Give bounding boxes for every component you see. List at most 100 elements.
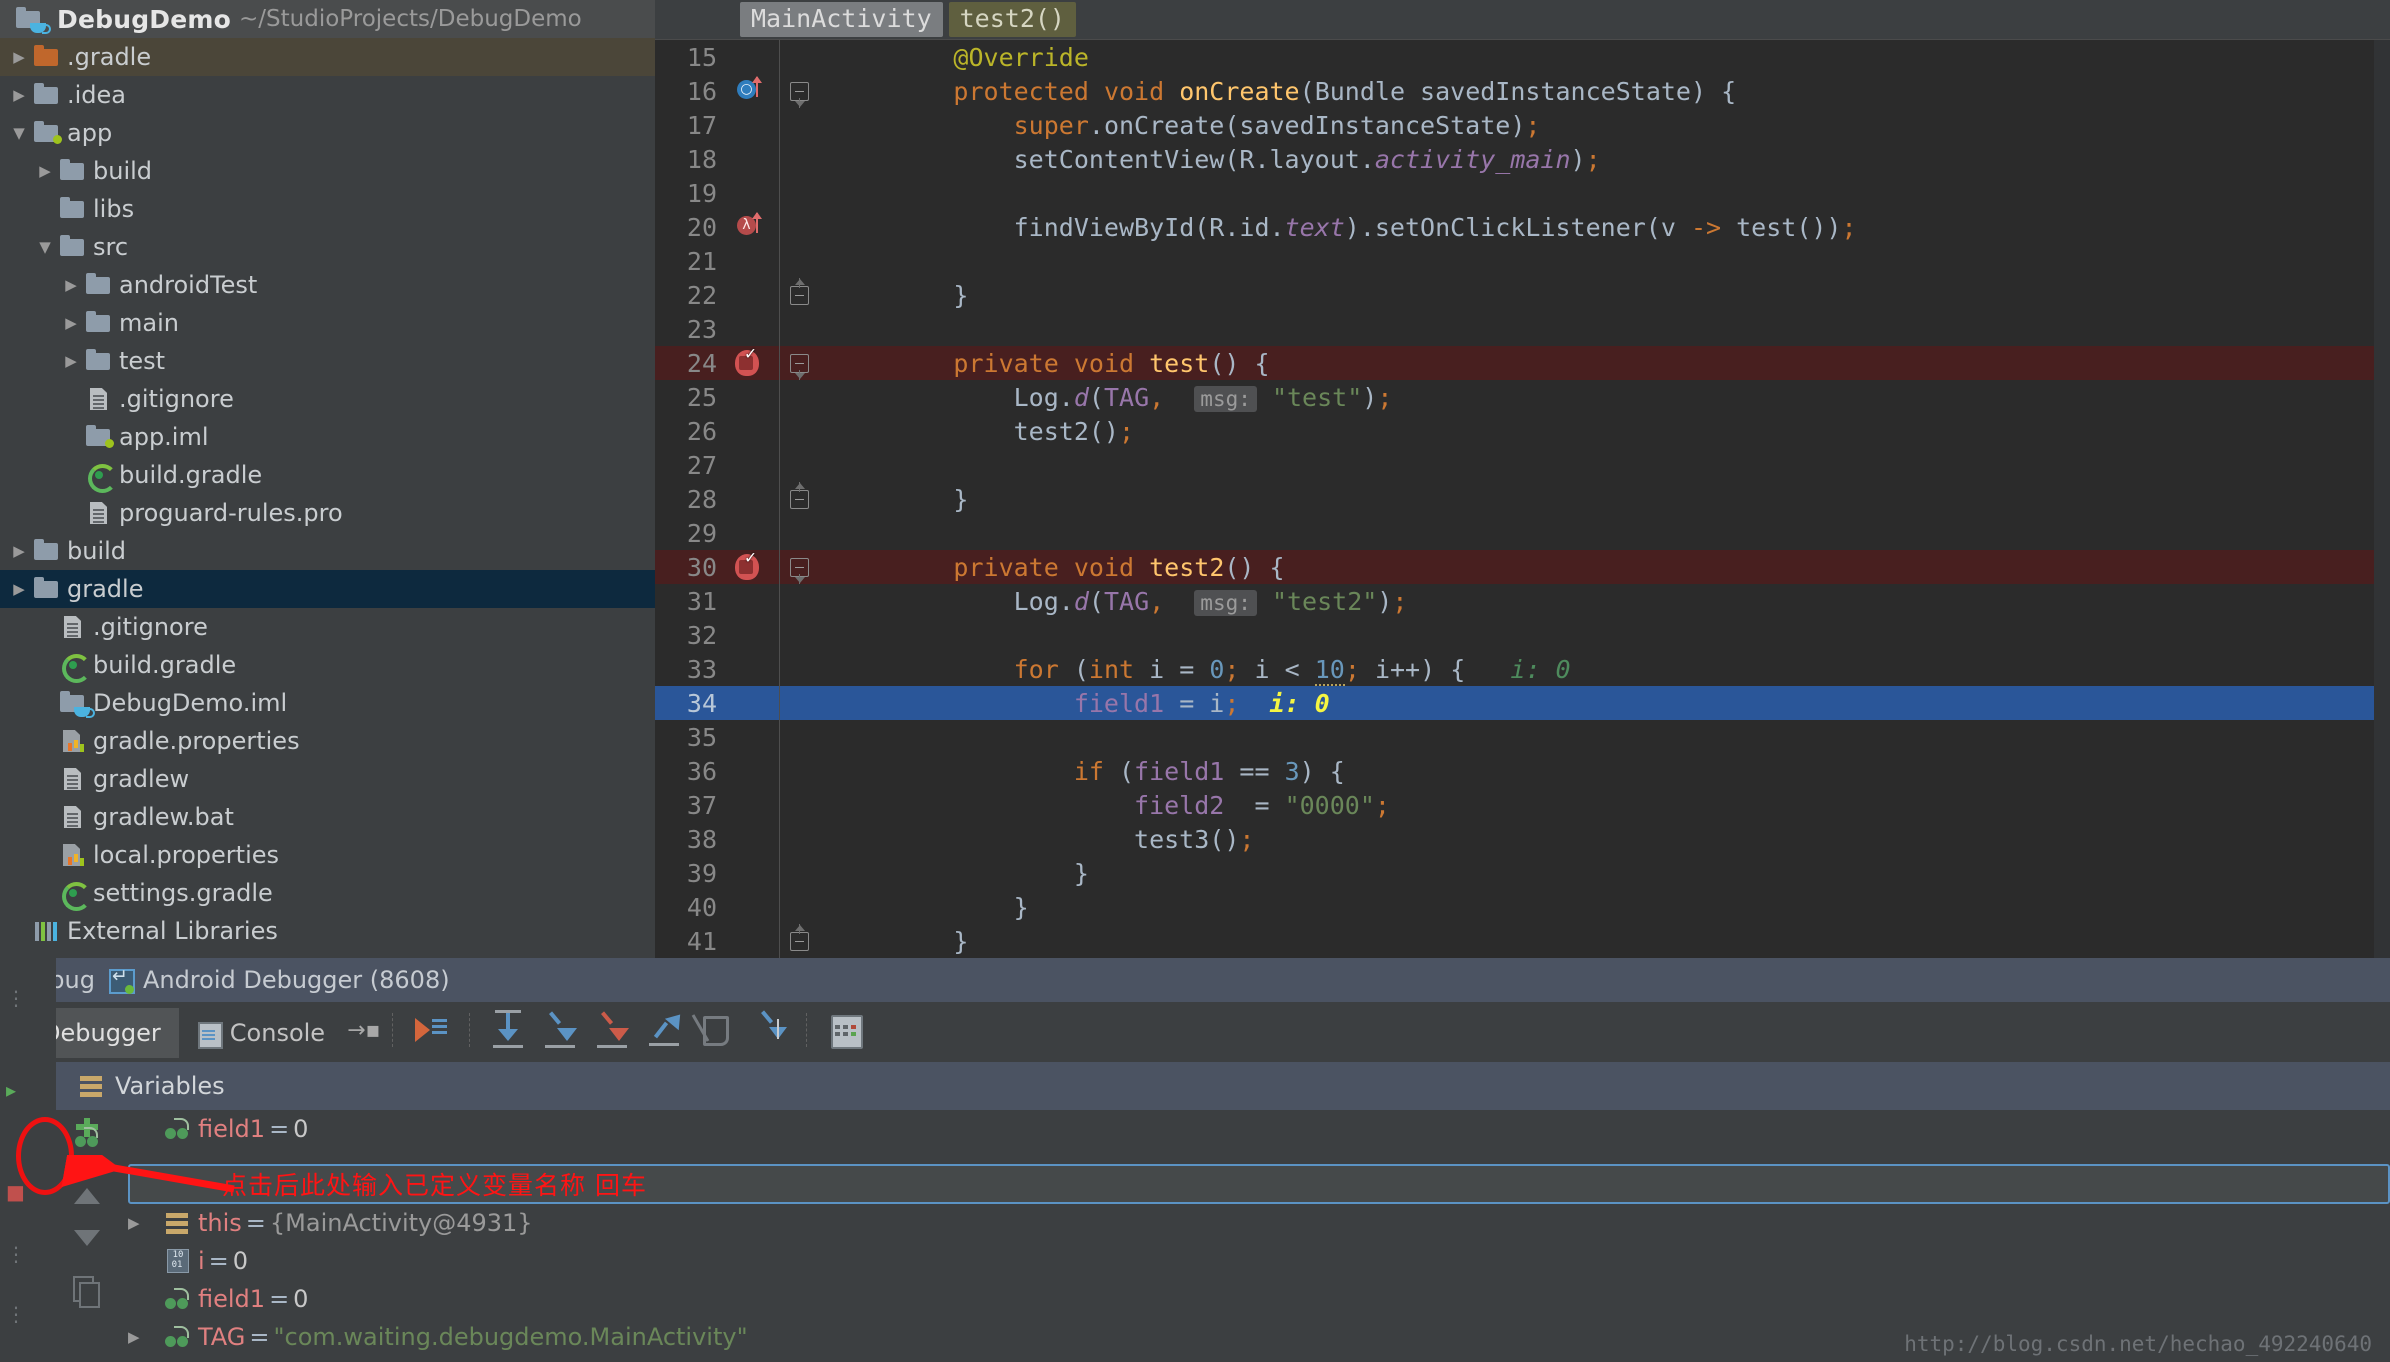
code-line-27[interactable]: 27 bbox=[655, 448, 2390, 482]
left-tool-stripe[interactable]: ⋮ ▸ ■ ⋮ ⋮ bbox=[0, 958, 56, 1362]
tree-item-androidtest[interactable]: androidTest bbox=[0, 266, 655, 304]
tree-item-gradle[interactable]: gradle bbox=[0, 570, 655, 608]
breadcrumb-item-1[interactable]: test2() bbox=[948, 2, 1076, 37]
tree-item-src[interactable]: src bbox=[0, 228, 655, 266]
breadcrumb[interactable]: MainActivity test2() bbox=[655, 0, 2390, 40]
tree-item-main[interactable]: main bbox=[0, 304, 655, 342]
code-line-36[interactable]: 36 if (field1 == 3) { bbox=[655, 754, 2390, 788]
code-line-23[interactable]: 23 bbox=[655, 312, 2390, 346]
remove-watch-icon[interactable] bbox=[74, 1162, 100, 1167]
project-file-tree[interactable]: .gradle .idea app build libs src androidTest ma… bbox=[0, 38, 655, 950]
chevron-right-icon[interactable] bbox=[6, 544, 32, 559]
step-into-button[interactable] bbox=[537, 1007, 583, 1053]
chevron-right-icon[interactable] bbox=[58, 316, 84, 331]
code-line-24[interactable]: 24 ✓ private void test() { bbox=[655, 345, 2390, 380]
code-line-38[interactable]: 38 test3(); bbox=[655, 822, 2390, 856]
code-line-22[interactable]: 22 } bbox=[655, 278, 2390, 312]
drop-frame-button[interactable] bbox=[693, 1007, 739, 1053]
code-line-32[interactable]: 32 bbox=[655, 618, 2390, 652]
fold-collapse-icon[interactable] bbox=[779, 346, 819, 380]
tree-item-build[interactable]: build bbox=[0, 152, 655, 190]
chevron-right-icon[interactable] bbox=[32, 164, 58, 179]
tree-item-libs[interactable]: libs bbox=[0, 190, 655, 228]
evaluate-expression-button[interactable] bbox=[822, 1007, 868, 1053]
variable-row[interactable]: this={MainActivity@4931} bbox=[118, 1204, 2390, 1242]
tree-item-external-libraries[interactable]: External Libraries bbox=[0, 912, 655, 950]
breakpoint-icon[interactable]: ✓ bbox=[727, 345, 779, 380]
pin-tab-icon[interactable]: →▪ bbox=[347, 1018, 380, 1043]
tree-item-gradle-properties[interactable]: gradle.properties bbox=[0, 722, 655, 760]
chevron-right-icon[interactable] bbox=[58, 354, 84, 369]
debugger-tabs[interactable]: Debugger Console bbox=[24, 1002, 343, 1058]
chevron-right-icon[interactable] bbox=[6, 88, 32, 103]
code-line-34[interactable]: 34 field1 = i; i: 0 bbox=[655, 686, 2390, 720]
chevron-right-icon[interactable] bbox=[128, 1328, 162, 1346]
tab-console[interactable]: Console bbox=[179, 1008, 343, 1058]
tree-item-app-iml[interactable]: app.iml bbox=[0, 418, 655, 456]
code-line-41[interactable]: 41 } bbox=[655, 924, 2390, 958]
step-over-button[interactable] bbox=[485, 1007, 531, 1053]
tree-item-proguard-rules-pro[interactable]: proguard-rules.pro bbox=[0, 494, 655, 532]
tree-item--gitignore[interactable]: .gitignore bbox=[0, 608, 655, 646]
chevron-right-icon[interactable] bbox=[58, 278, 84, 293]
override-marker-icon[interactable]: ○ bbox=[727, 74, 779, 108]
breakpoint-icon[interactable]: ✓ bbox=[727, 549, 779, 584]
code-line-40[interactable]: 40 } bbox=[655, 890, 2390, 924]
tree-item-build[interactable]: build bbox=[0, 532, 655, 570]
force-step-into-button[interactable] bbox=[589, 1007, 635, 1053]
code-line-17[interactable]: 17 super.onCreate(savedInstanceState); bbox=[655, 108, 2390, 142]
chevron-right-icon[interactable] bbox=[6, 582, 32, 597]
project-root-row[interactable]: DebugDemo ~/StudioProjects/DebugDemo bbox=[0, 0, 655, 38]
resume-program-button[interactable] bbox=[408, 1007, 454, 1053]
code-line-35[interactable]: 35 bbox=[655, 720, 2390, 754]
code-line-31[interactable]: 31 Log.d(TAG, msg: "test2"); bbox=[655, 584, 2390, 618]
fold-collapse-icon[interactable] bbox=[779, 550, 819, 584]
tree-item-settings-gradle[interactable]: settings.gradle bbox=[0, 874, 655, 912]
arrow-down-icon[interactable] bbox=[74, 1230, 100, 1246]
chevron-right-icon[interactable] bbox=[6, 50, 32, 65]
fold-end-icon[interactable] bbox=[779, 278, 819, 312]
code-line-28[interactable]: 28 } bbox=[655, 482, 2390, 516]
code-line-16[interactable]: 16 ○ protected void onCreate(Bundle saved… bbox=[655, 74, 2390, 108]
step-out-button[interactable] bbox=[641, 1007, 688, 1053]
run-to-cursor-button[interactable] bbox=[745, 1007, 791, 1053]
code-line-20[interactable]: 20 λ findViewById(R.id.text).setOnClickLi… bbox=[655, 210, 2390, 244]
code-line-33[interactable]: 33 for (int i = 0; i < 10; i++) { i: 0 bbox=[655, 652, 2390, 686]
code-line-15[interactable]: 15 @Override bbox=[655, 40, 2390, 74]
chevron-down-icon[interactable] bbox=[32, 240, 58, 255]
code-line-25[interactable]: 25 Log.d(TAG, msg: "test"); bbox=[655, 380, 2390, 414]
code-line-29[interactable]: 29 bbox=[655, 516, 2390, 550]
chevron-right-icon[interactable] bbox=[128, 1214, 162, 1232]
editor-scrollbar-track[interactable] bbox=[2374, 40, 2390, 958]
lambda-marker-icon[interactable]: λ bbox=[727, 210, 779, 244]
stripe-stop-icon[interactable]: ■ bbox=[6, 1180, 25, 1204]
tree-item-local-properties[interactable]: local.properties bbox=[0, 836, 655, 874]
tree-item-build-gradle[interactable]: build.gradle bbox=[0, 456, 655, 494]
fold-end-icon[interactable] bbox=[779, 924, 819, 958]
variable-row[interactable]: field1 = 0 bbox=[118, 1110, 2390, 1148]
add-watch-icon[interactable] bbox=[68, 1116, 106, 1154]
variable-row[interactable]: i=0 bbox=[118, 1242, 2390, 1280]
code-lines[interactable]: 15 @Override 16 ○ protected void onCreate(… bbox=[655, 40, 2390, 958]
fold-end-icon[interactable] bbox=[779, 482, 819, 516]
code-line-39[interactable]: 39 } bbox=[655, 856, 2390, 890]
code-line-30[interactable]: 30 ✓ private void test2() { bbox=[655, 549, 2390, 584]
breadcrumb-item-0[interactable]: MainActivity bbox=[740, 2, 943, 37]
arrow-up-icon[interactable] bbox=[74, 1188, 100, 1204]
stripe-resume-icon[interactable]: ▸ bbox=[6, 1078, 16, 1102]
tree-item-gradlew[interactable]: gradlew bbox=[0, 760, 655, 798]
tree-item--gitignore[interactable]: .gitignore bbox=[0, 380, 655, 418]
tree-item-debugdemo-iml[interactable]: DebugDemo.iml bbox=[0, 684, 655, 722]
code-line-26[interactable]: 26 test2(); bbox=[655, 414, 2390, 448]
variable-row[interactable]: field1 = 0 bbox=[118, 1280, 2390, 1318]
tree-item-gradlew-bat[interactable]: gradlew.bat bbox=[0, 798, 655, 836]
code-line-18[interactable]: 18 setContentView(R.layout.activity_main… bbox=[655, 142, 2390, 176]
fold-collapse-icon[interactable] bbox=[779, 74, 819, 108]
tree-item--gradle[interactable]: .gradle bbox=[0, 38, 655, 76]
tree-item--idea[interactable]: .idea bbox=[0, 76, 655, 114]
tree-item-app[interactable]: app bbox=[0, 114, 655, 152]
chevron-down-icon[interactable] bbox=[6, 126, 32, 141]
tree-item-build-gradle[interactable]: build.gradle bbox=[0, 646, 655, 684]
code-line-19[interactable]: 19 bbox=[655, 176, 2390, 210]
tree-item-test[interactable]: test bbox=[0, 342, 655, 380]
